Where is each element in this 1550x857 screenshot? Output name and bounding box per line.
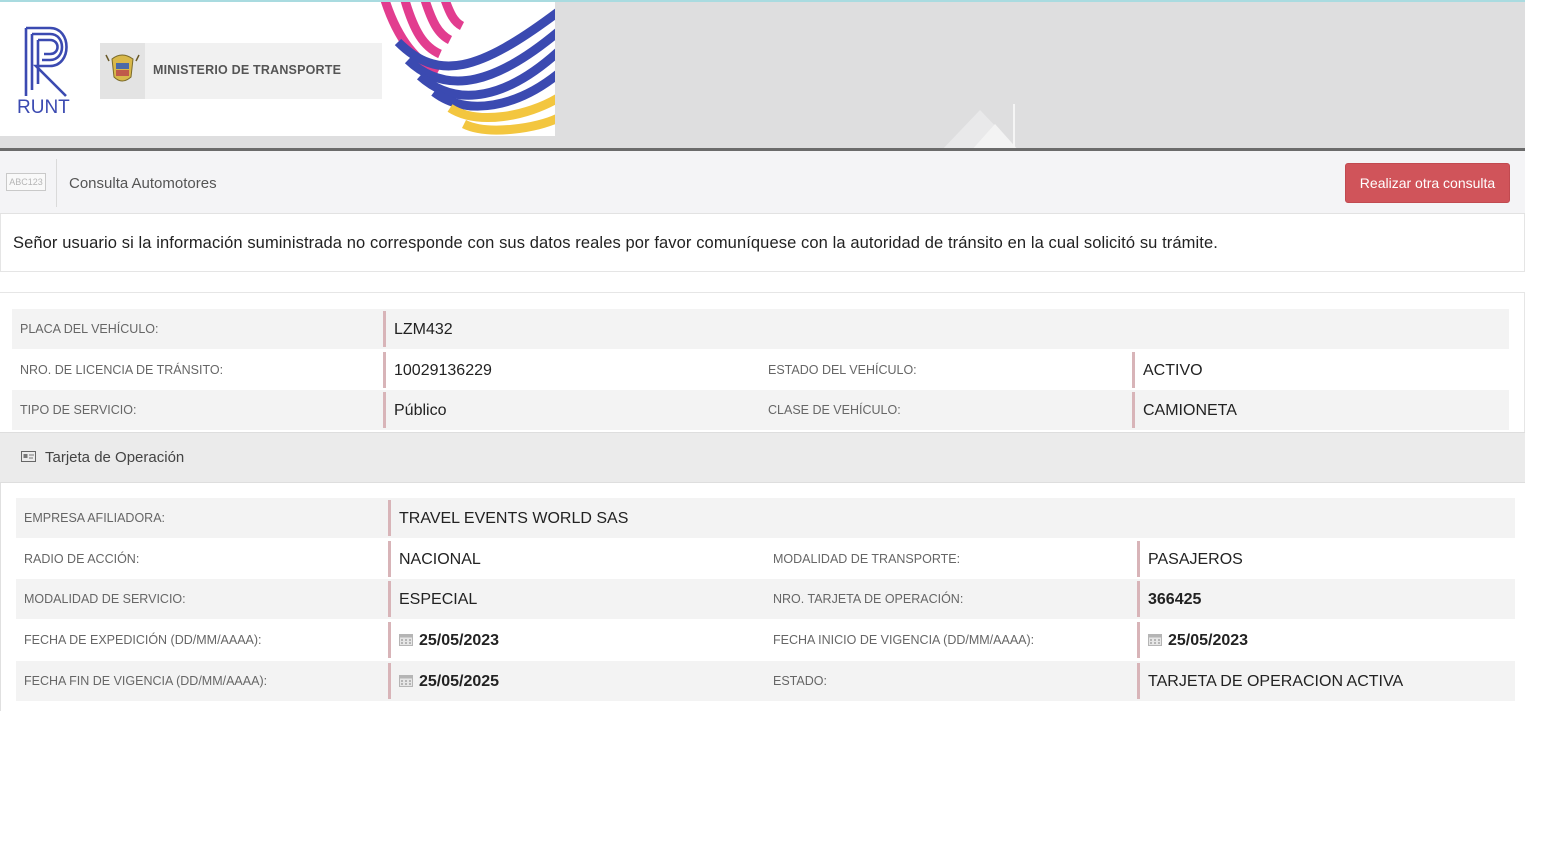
vehicle-info-panel: PLACA DEL VEHÍCULO: LZM432 NRO. DE LICEN… xyxy=(0,292,1525,432)
calendar-icon xyxy=(1148,634,1162,646)
consult-header: ABC123 Consulta Automotores Realizar otr… xyxy=(0,151,1525,214)
table-row: EMPRESA AFILIADORA: TRAVEL EVENTS WORLD … xyxy=(16,498,1515,538)
header-divider xyxy=(56,159,57,207)
colombia-shield-icon xyxy=(105,54,140,82)
table-row: FECHA FIN DE VIGENCIA (DD/MM/AAAA): 25/0… xyxy=(16,661,1515,701)
new-query-button[interactable]: Realizar otra consulta xyxy=(1345,163,1510,203)
license-value: 10029136229 xyxy=(394,362,492,379)
service-type-value: Público xyxy=(394,402,447,419)
transport-mode-label: MODALIDAD DE TRANSPORTE: xyxy=(773,552,961,566)
radius-label: RADIO DE ACCIÓN: xyxy=(24,552,140,566)
calendar-icon xyxy=(399,634,413,646)
site-banner: RUNT MINISTERIO DE TRANSPORTE xyxy=(0,0,1525,150)
table-row: NRO. DE LICENCIA DE TRÁNSITO: 1002913622… xyxy=(12,350,1509,390)
transport-mode-value: PASAJEROS xyxy=(1148,551,1243,568)
runt-logo-text: RUNT xyxy=(17,97,70,118)
operation-card-header[interactable]: Tarjeta de Operación xyxy=(0,432,1525,483)
radius-value: NACIONAL xyxy=(399,551,481,568)
table-row: TIPO DE SERVICIO: Público CLASE DE VEHÍC… xyxy=(12,390,1509,430)
banner-waves-graphic xyxy=(380,2,555,135)
card-state-value: TARJETA DE OPERACION ACTIVA xyxy=(1148,673,1404,690)
plate-label: PLACA DEL VEHÍCULO: xyxy=(20,322,159,336)
vehicle-status-value: ACTIVO xyxy=(1143,362,1203,379)
plate-value: LZM432 xyxy=(394,321,453,338)
ministry-badge: MINISTERIO DE TRANSPORTE xyxy=(100,43,382,99)
ministry-name: MINISTERIO DE TRANSPORTE xyxy=(153,63,342,77)
issue-date-value: 25/05/2023 xyxy=(419,632,500,649)
abc123-icon: ABC123 xyxy=(6,173,46,191)
table-row: FECHA DE EXPEDICIÓN (DD/MM/AAAA): 25/05/… xyxy=(16,620,1515,660)
end-date-label: FECHA FIN DE VIGENCIA (DD/MM/AAAA): xyxy=(24,674,268,688)
service-mode-label: MODALIDAD DE SERVICIO: xyxy=(24,592,186,606)
vehicle-status-label: ESTADO DEL VEHÍCULO: xyxy=(768,363,917,377)
banner-decoration xyxy=(941,104,1019,150)
banner-logos-area: RUNT MINISTERIO DE TRANSPORTE xyxy=(0,2,555,136)
license-label: NRO. DE LICENCIA DE TRÁNSITO: xyxy=(20,363,224,377)
calendar-icon xyxy=(399,675,413,687)
table-row: RADIO DE ACCIÓN: NACIONAL MODALIDAD DE T… xyxy=(16,539,1515,579)
page-title: Consulta Automotores xyxy=(69,175,217,192)
company-value: TRAVEL EVENTS WORLD SAS xyxy=(399,510,629,527)
service-type-label: TIPO DE SERVICIO: xyxy=(20,403,137,417)
end-date-value: 25/05/2025 xyxy=(419,673,500,690)
card-state-label: ESTADO: xyxy=(773,674,827,688)
card-number-value: 366425 xyxy=(1148,591,1202,608)
id-card-icon xyxy=(21,451,36,462)
vehicle-class-value: CAMIONETA xyxy=(1143,402,1237,419)
service-mode-value: ESPECIAL xyxy=(399,591,478,608)
notice-text: Señor usuario si la información suminist… xyxy=(13,234,1218,252)
operation-card-title: Tarjeta de Operación xyxy=(45,449,185,466)
vehicle-class-label: CLASE DE VEHÍCULO: xyxy=(768,403,901,417)
user-notice: Señor usuario si la información suminist… xyxy=(0,214,1525,272)
issue-date-label: FECHA DE EXPEDICIÓN (DD/MM/AAAA): xyxy=(24,633,262,647)
company-label: EMPRESA AFILIADORA: xyxy=(24,511,166,525)
start-date-label: FECHA INICIO DE VIGENCIA (DD/MM/AAAA): xyxy=(773,633,1035,647)
table-row: PLACA DEL VEHÍCULO: LZM432 xyxy=(12,309,1509,349)
table-row: MODALIDAD DE SERVICIO: ESPECIAL NRO. TAR… xyxy=(16,579,1515,619)
card-number-label: NRO. TARJETA DE OPERACIÓN: xyxy=(773,592,964,606)
start-date-value: 25/05/2023 xyxy=(1168,632,1249,649)
